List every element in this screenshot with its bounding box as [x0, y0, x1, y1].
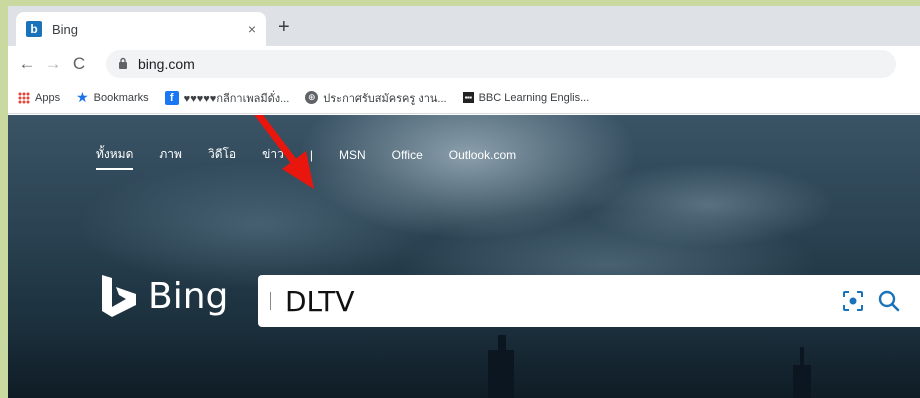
globe-icon: ⊕: [305, 91, 319, 104]
visual-search-icon[interactable]: [842, 290, 864, 312]
bookmark-bbc[interactable]: ▪▪▪ BBC Learning Englis...: [462, 91, 590, 104]
tab-close-icon[interactable]: ×: [248, 21, 256, 37]
reload-icon[interactable]: C: [66, 54, 92, 74]
nav-images[interactable]: ภาพ: [159, 145, 182, 164]
nav-news[interactable]: ข่าว: [262, 145, 284, 164]
bookmark-label: ประกาศรับสมัครครู งาน...: [323, 92, 447, 105]
address-bar[interactable]: bing.com: [106, 50, 896, 78]
tab-title: Bing: [52, 21, 79, 37]
cathedral-silhouette: [488, 350, 514, 398]
bing-favicon-icon: b: [26, 21, 42, 37]
nav-outlook[interactable]: Outlook.com: [449, 148, 516, 162]
forward-icon[interactable]: →: [40, 54, 66, 74]
bing-nav: ทั้งหมด ภาพ วิดีโอ ข่าว | MSN Office Out…: [96, 139, 542, 170]
back-icon[interactable]: ←: [14, 54, 40, 74]
facebook-icon: f: [164, 90, 179, 105]
bookmark-label: ♥♥♥♥♥กลีกาเพลมีดั่ง...: [183, 92, 290, 105]
bookmark-bookmarks[interactable]: ★ Bookmarks: [76, 89, 149, 106]
browser-window: b Bing × + ← → C bing.com Apps ★ Bookmar…: [8, 6, 920, 398]
bookmarks-bar: Apps ★ Bookmarks f ♥♥♥♥♥กลีกาเพลมีดั่ง..…: [8, 82, 920, 114]
bookmark-label: Apps: [35, 91, 61, 104]
new-tab-button[interactable]: +: [278, 16, 290, 39]
bookmark-label: Bookmarks: [93, 91, 149, 104]
nav-separator: |: [309, 147, 313, 162]
nav-videos[interactable]: วิดีโอ: [208, 145, 236, 164]
nav-all[interactable]: ทั้งหมด: [96, 145, 134, 170]
browser-toolbar: ← → C bing.com: [8, 46, 920, 82]
star-icon: ★: [76, 89, 89, 105]
bookmark-apps[interactable]: Apps: [18, 91, 61, 104]
url-text[interactable]: bing.com: [138, 56, 195, 72]
tab-strip: b Bing × +: [8, 6, 920, 46]
lock-icon: [118, 57, 128, 72]
search-box[interactable]: [258, 275, 920, 327]
bookmark-teacher-jobs[interactable]: ⊕ ประกาศรับสมัครครู งาน...: [305, 89, 447, 107]
bookmark-label: BBC Learning Englis...: [478, 91, 590, 104]
bing-homepage: ทั้งหมด ภาพ วิดีโอ ข่าว | MSN Office Out…: [8, 115, 920, 398]
cathedral-silhouette: [498, 335, 506, 355]
bing-logo[interactable]: Bing: [100, 273, 228, 319]
bookmark-facebook[interactable]: f ♥♥♥♥♥กลีกาเพลมีดั่ง...: [164, 89, 290, 107]
text-caret: [270, 292, 271, 310]
bing-b-icon: [102, 275, 136, 317]
bing-logo-text: Bing: [148, 275, 229, 317]
tab-bing[interactable]: b Bing ×: [16, 12, 266, 46]
search-icon[interactable]: [878, 290, 900, 312]
apps-grid-icon: [18, 91, 30, 104]
tower-silhouette: [800, 347, 804, 367]
nav-office[interactable]: Office: [392, 148, 423, 162]
nav-msn[interactable]: MSN: [339, 148, 366, 162]
tower-silhouette: [793, 365, 811, 398]
search-input[interactable]: [285, 284, 842, 318]
bbc-icon: ▪▪▪: [462, 92, 474, 103]
